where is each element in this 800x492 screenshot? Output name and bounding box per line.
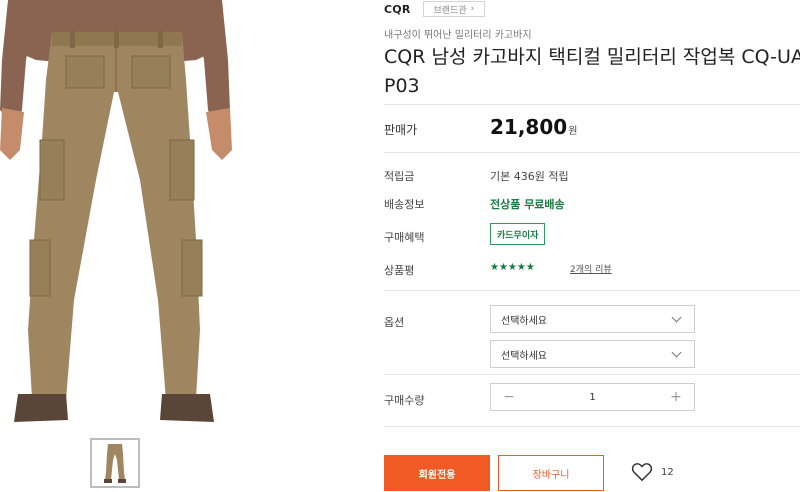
like-count: 12 xyxy=(661,466,674,478)
star-icon: ★★★★★ xyxy=(490,262,535,273)
option-select-1-value: 선택하세요 xyxy=(501,315,547,327)
option-select-2-value: 선택하세요 xyxy=(501,350,547,362)
like-button[interactable]: 12 xyxy=(631,462,674,482)
quantity-label: 구매수량 xyxy=(384,394,425,407)
divider xyxy=(384,426,800,427)
price-amount: 21,800 xyxy=(490,115,568,139)
benefit-label: 구매혜택 xyxy=(384,231,425,244)
brand-name[interactable]: CQR xyxy=(384,3,411,16)
shipping-label: 배송정보 xyxy=(384,198,425,211)
rating-label: 상품평 xyxy=(384,264,415,277)
divider xyxy=(384,374,800,375)
price: 21,800 원 xyxy=(490,115,577,139)
chevron-down-icon xyxy=(671,312,682,322)
heart-icon xyxy=(631,463,653,482)
price-label: 판매가 xyxy=(384,123,418,137)
product-thumbnail[interactable] xyxy=(90,438,140,488)
product-gallery xyxy=(0,0,232,492)
divider xyxy=(384,152,800,153)
option-select-2[interactable]: 선택하세요 xyxy=(490,340,695,368)
option-select-1[interactable]: 선택하세요 xyxy=(490,305,695,333)
option-label: 옵션 xyxy=(384,316,405,329)
star-rating: ★★★★★ xyxy=(490,262,535,273)
shipping-value: 전상품 무료배송 xyxy=(490,198,565,211)
points-value: 기본 436원 적립 xyxy=(490,170,569,183)
quantity-value[interactable]: 1 xyxy=(589,392,595,403)
add-to-cart-button[interactable]: 장바구니 xyxy=(498,455,604,491)
points-label: 적립금 xyxy=(384,170,415,183)
product-main-image xyxy=(0,0,232,428)
member-buy-button[interactable]: 회원전용 xyxy=(384,455,490,491)
product-info: CQR 브랜드관 › 내구성이 뛰어난 밀리터리 카고바지 CQR 남성 카고바… xyxy=(384,0,800,492)
quantity-stepper: − 1 + xyxy=(490,383,695,411)
divider xyxy=(384,290,800,291)
price-unit: 원 xyxy=(568,126,578,137)
divider xyxy=(384,104,800,105)
reviews-link[interactable]: 2개의 리뷰 xyxy=(570,262,612,275)
brand-shop-label: 브랜드관 xyxy=(433,5,467,16)
product-subtitle: 내구성이 뛰어난 밀리터리 카고바지 xyxy=(384,30,532,41)
chevron-down-icon xyxy=(671,347,682,357)
brand-shop-link[interactable]: 브랜드관 › xyxy=(422,1,486,17)
quantity-increase-button[interactable]: + xyxy=(670,389,682,405)
product-title: CQR 남성 카고바지 택티컬 밀리터리 작업복 CQ-UAP03 xyxy=(384,46,800,97)
quantity-decrease-button[interactable]: − xyxy=(503,389,515,405)
chevron-right-icon: › xyxy=(470,4,475,14)
interest-free-badge[interactable]: 카드무이자 xyxy=(490,223,546,245)
brand-row: CQR 브랜드관 › xyxy=(384,0,486,18)
